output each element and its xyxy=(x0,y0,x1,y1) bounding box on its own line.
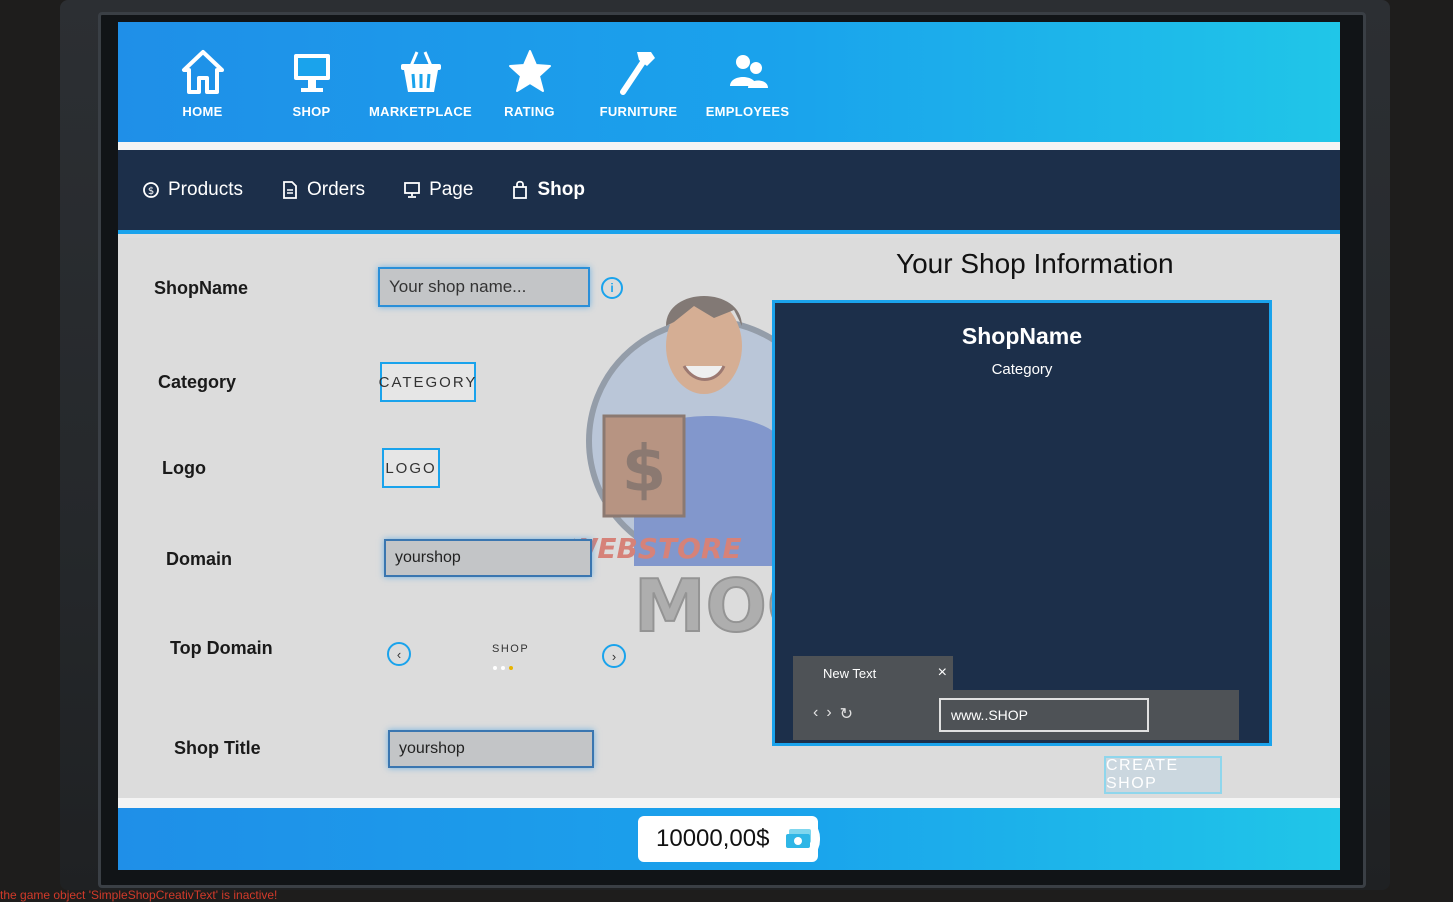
top-domain-prev-button[interactable]: ‹ xyxy=(387,642,411,666)
tab-shop[interactable]: Shop xyxy=(511,179,585,201)
tab-orders-label: Orders xyxy=(306,179,366,200)
shop-title-label: Shop Title xyxy=(174,738,261,758)
create-shop-button[interactable]: CREATE SHOP xyxy=(1104,756,1222,794)
nav-marketplace[interactable]: MARKETPLACE xyxy=(366,22,475,142)
webstore-mogul-logo: $ WEBSTORE MOG xyxy=(574,296,784,646)
url-field[interactable]: www..SHOP xyxy=(939,698,1149,732)
basket-icon xyxy=(400,51,441,92)
nav-home-label: HOME xyxy=(182,104,223,119)
shopname-input[interactable]: Your shop name... xyxy=(378,267,590,307)
nav-shop-label: SHOP xyxy=(292,104,331,119)
nav-shop[interactable]: SHOP xyxy=(257,22,366,142)
tab-products-label: Products xyxy=(168,179,243,200)
shopping-bag-icon xyxy=(513,180,528,199)
tab-orders[interactable]: Orders xyxy=(281,179,365,201)
shop-preview-panel: ShopName Category New Text × ‹ › ↻ www..… xyxy=(772,300,1272,746)
browser-tab-label: New Text xyxy=(823,665,877,681)
reload-icon[interactable]: ↻ xyxy=(840,704,853,724)
shopname-label: ShopName xyxy=(154,278,249,298)
category-label: Category xyxy=(158,372,237,392)
top-domain-next-button[interactable]: › xyxy=(602,644,626,668)
nav-employees[interactable]: EMPLOYEES xyxy=(693,22,802,142)
nav-marketplace-label: MARKETPLACE xyxy=(369,104,472,119)
domain-input[interactable]: yourshop xyxy=(384,539,592,577)
browser-nav-controls: ‹ › ↻ xyxy=(813,704,853,724)
star-icon xyxy=(508,50,551,92)
home-icon xyxy=(181,50,224,94)
preview-category: Category xyxy=(991,361,1053,378)
monitor-icon xyxy=(404,182,420,198)
tab-page[interactable]: Page xyxy=(403,179,473,201)
tab-products[interactable]: $ Products xyxy=(142,179,243,201)
info-icon[interactable]: i xyxy=(601,277,623,299)
preview-shop-name: ShopName xyxy=(961,323,1083,349)
shop-screen: HOME SHOP MARKETPLACE RATING FURNITURE E… xyxy=(118,22,1340,870)
top-domain-label: Top Domain xyxy=(170,638,273,658)
nav-rating-label: RATING xyxy=(504,104,555,119)
logo-label: Logo xyxy=(162,458,206,478)
svg-text:$: $ xyxy=(148,186,154,197)
sub-nav: $ Products Orders Page Shop xyxy=(118,150,1340,234)
forward-icon[interactable]: › xyxy=(826,704,831,724)
bottom-divider xyxy=(118,798,1340,808)
back-icon[interactable]: ‹ xyxy=(813,704,818,724)
mascot-brand-line2: MOG xyxy=(634,564,784,646)
category-button[interactable]: CATEGORY xyxy=(379,362,476,402)
preview-title: Your Shop Information xyxy=(896,248,1174,279)
top-domain-value: SHOP xyxy=(492,643,530,655)
dollar-coin-icon: $ xyxy=(143,182,159,198)
domain-label: Domain xyxy=(166,549,233,569)
monitor-icon xyxy=(293,54,330,92)
mascot-brand-line1: WEBSTORE xyxy=(574,532,742,565)
nav-rating[interactable]: RATING xyxy=(475,22,584,142)
nav-employees-label: EMPLOYEES xyxy=(705,104,790,119)
tab-shop-label: Shop xyxy=(537,179,585,200)
nav-furniture[interactable]: FURNITURE xyxy=(584,22,693,142)
browser-url-bar: ‹ › ↻ www..SHOP xyxy=(793,690,1239,740)
logo-button[interactable]: LOGO xyxy=(382,448,440,488)
top-domain-pager xyxy=(493,666,513,670)
top-nav: HOME SHOP MARKETPLACE RATING FURNITURE E… xyxy=(118,22,1340,142)
cash-icon xyxy=(780,816,820,862)
document-icon xyxy=(283,181,297,199)
nav-divider xyxy=(118,142,1340,150)
tab-page-label: Page xyxy=(429,179,474,200)
svg-text:$: $ xyxy=(622,433,667,507)
close-icon[interactable]: × xyxy=(938,664,947,682)
shop-title-input[interactable]: yourshop xyxy=(388,730,594,768)
nav-home[interactable]: HOME xyxy=(148,22,257,142)
nav-furniture-label: FURNITURE xyxy=(599,104,678,119)
hammer-icon xyxy=(619,52,655,95)
users-icon xyxy=(729,55,768,88)
browser-tab[interactable]: New Text × xyxy=(793,656,953,690)
